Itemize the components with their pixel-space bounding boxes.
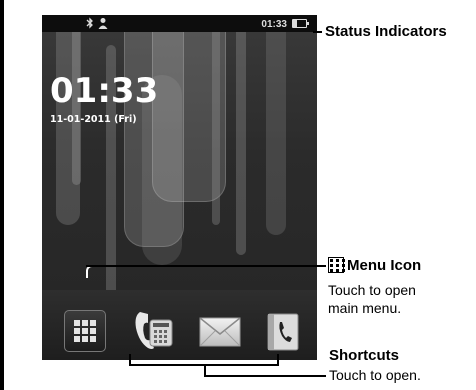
envelope-icon bbox=[199, 317, 241, 347]
shortcut-phone[interactable] bbox=[130, 306, 178, 354]
clock-widget-date: 11-01-2011 (Fri) bbox=[50, 114, 137, 125]
clock-widget-time: 01:33 bbox=[50, 71, 159, 111]
page-rule bbox=[0, 0, 4, 390]
menu-icon-description-line1: Touch to open bbox=[328, 282, 416, 298]
grid-menu-icon bbox=[328, 257, 345, 273]
shortcuts-description: Touch to open. bbox=[329, 367, 421, 383]
shortcut-contacts[interactable] bbox=[258, 306, 306, 354]
battery-icon bbox=[292, 19, 309, 28]
shortcuts-label: Shortcuts bbox=[329, 347, 400, 364]
menu-button[interactable] bbox=[64, 310, 106, 352]
shortcuts-bracket-right bbox=[277, 354, 279, 366]
status-bar-time: 01:33 bbox=[261, 19, 287, 30]
phone-icon bbox=[135, 312, 173, 349]
bluetooth-icon bbox=[86, 17, 94, 33]
contacts-book-icon bbox=[267, 313, 299, 351]
shortcut-dock bbox=[42, 290, 317, 360]
shortcuts-connector-line bbox=[204, 375, 326, 377]
wallpaper-shape bbox=[212, 25, 220, 225]
status-bar[interactable]: 01:33 bbox=[42, 15, 317, 32]
status-connector-line bbox=[313, 31, 322, 33]
menu-connector-line bbox=[86, 265, 326, 267]
shortcut-messages[interactable] bbox=[196, 306, 244, 354]
status-indicators-label: Status Indicators bbox=[325, 23, 447, 40]
menu-icon-description-line2: main menu. bbox=[328, 300, 402, 316]
grid-menu-icon bbox=[74, 320, 96, 342]
menu-icon-label: Menu Icon bbox=[347, 257, 422, 274]
wallpaper-shape bbox=[236, 15, 246, 255]
wallpaper-shape bbox=[266, 15, 286, 235]
person-icon bbox=[98, 17, 108, 33]
phone-home-screen: 01:33 01:33 11-01-2011 (Fri) bbox=[42, 15, 317, 360]
